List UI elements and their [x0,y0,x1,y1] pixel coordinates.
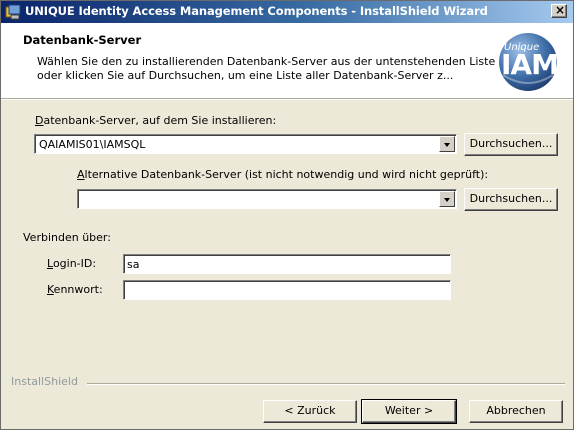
server-combobox-value: QAIAMIS01\IAMSQL [39,138,146,151]
alt-server-label-text: lternative Datenbank-Server (ist nicht n… [84,168,489,181]
password-field[interactable] [123,280,451,300]
logo-iam-text: IAM [501,48,559,81]
server-label: Datenbank-Server, auf dem Sie installier… [35,114,276,127]
chevron-down-icon[interactable] [439,136,455,152]
page-title: Datenbank-Server [23,33,142,47]
password-label: Kennwort: [47,283,103,296]
next-button[interactable]: Weiter > [361,399,457,424]
close-icon: × [555,3,566,17]
header-panel: Datenbank-Server Wählen Sie den zu insta… [1,23,573,98]
installer-app-icon [5,4,21,20]
server-browse-button[interactable]: Durchsuchen... [464,133,558,156]
login-label-text: ogin-ID: [52,257,97,270]
alt-server-label-accesskey: A [77,168,85,181]
password-label-accesskey: K [47,283,54,296]
alt-server-combobox[interactable] [77,189,457,209]
back-button[interactable]: < Zurück [263,400,357,423]
page-description: Wählen Sie den zu installierenden Datenb… [37,55,496,82]
login-id-field[interactable]: sa [123,254,451,274]
password-label-text: ennwort: [53,283,103,296]
server-label-text: atenbank-Server, auf dem Sie installiere… [43,114,277,127]
login-id-value: sa [127,258,140,271]
installshield-brand: InstallShield [11,375,78,388]
chevron-down-icon[interactable] [439,191,455,207]
installer-window: UNIQUE Identity Access Management Compon… [0,0,574,430]
footer-divider [87,383,565,385]
alt-server-browse-button[interactable]: Durchsuchen... [464,188,558,211]
server-combobox[interactable]: QAIAMIS01\IAMSQL [34,134,457,154]
login-label: Login-ID: [47,257,96,270]
title-bar[interactable]: UNIQUE Identity Access Management Compon… [1,1,573,23]
cancel-button[interactable]: Abbrechen [469,400,563,423]
iam-logo: Unique IAM [497,31,559,93]
header-divider [1,98,573,100]
alt-server-label: Alternative Datenbank-Server (ist nicht … [77,168,488,181]
window-title: UNIQUE Identity Access Management Compon… [25,4,488,18]
close-button[interactable]: × [551,3,567,18]
connect-label: Verbinden über: [23,231,111,244]
